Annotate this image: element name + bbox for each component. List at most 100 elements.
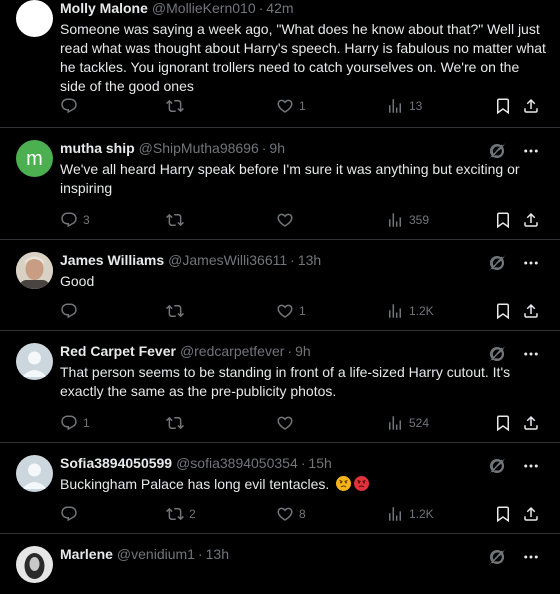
timestamp[interactable]: 9h [269, 140, 285, 157]
avatar[interactable]: m [16, 140, 53, 177]
bookmark-icon [494, 211, 512, 229]
reply-icon [60, 505, 78, 523]
views-icon [386, 211, 404, 229]
like-button[interactable]: 8 [276, 505, 306, 523]
like-icon [276, 505, 294, 523]
bookmark-button[interactable] [494, 302, 512, 320]
display-name[interactable]: mutha ship [60, 140, 135, 157]
retweet-button[interactable] [166, 302, 189, 320]
default-avatar-icon [16, 455, 53, 492]
reply-icon [60, 414, 78, 432]
view-count: 359 [409, 213, 430, 227]
grok-icon[interactable] [488, 345, 506, 363]
like-count: 1 [299, 304, 306, 318]
like-count: 1 [299, 99, 306, 113]
tweet[interactable]: m mutha ship @ShipMutha98696 · 9h We've … [0, 128, 560, 240]
separator: · [261, 140, 267, 156]
more-icon[interactable] [522, 254, 540, 272]
share-button[interactable] [522, 505, 540, 523]
avatar[interactable] [16, 455, 53, 492]
user-handle[interactable]: @JamesWilli36611 [168, 252, 287, 269]
views-button[interactable]: 524 [386, 414, 429, 432]
retweet-button[interactable]: 2 [166, 505, 196, 523]
retweet-icon [166, 97, 184, 115]
timestamp[interactable]: 13h [206, 546, 229, 563]
retweet-icon [166, 414, 184, 432]
tweet[interactable]: Marlene @venidium1 · 13h [0, 534, 560, 594]
user-handle[interactable]: @ShipMutha98696 [139, 140, 259, 157]
avatar[interactable] [16, 252, 53, 289]
grok-icon[interactable] [488, 457, 506, 475]
tweet[interactable]: Molly Malone @MollieKern010 · 42m Someon… [0, 0, 560, 128]
share-button[interactable] [522, 414, 540, 432]
separator: · [258, 0, 264, 16]
bookmark-button[interactable] [494, 211, 512, 229]
more-icon[interactable] [522, 345, 540, 363]
retweet-button[interactable] [166, 211, 189, 229]
tweet-text: Good [60, 273, 95, 289]
user-handle[interactable]: @redcarpetfever [180, 343, 284, 360]
display-name[interactable]: Sofia3894050599 [60, 455, 172, 472]
views-icon [386, 414, 404, 432]
view-count: 524 [409, 416, 430, 430]
reply-button[interactable] [60, 97, 83, 115]
display-name[interactable]: Molly Malone [60, 0, 148, 17]
timestamp[interactable]: 9h [295, 343, 311, 360]
reply-count: 1 [83, 416, 90, 430]
grok-icon[interactable] [488, 548, 506, 566]
like-button[interactable] [276, 414, 299, 432]
bookmark-button[interactable] [494, 414, 512, 432]
views-button[interactable]: 1.2K [386, 302, 434, 320]
timestamp[interactable]: 15h [308, 455, 331, 472]
bookmark-button[interactable] [494, 97, 512, 115]
tweet[interactable]: Red Carpet Fever @redcarpetfever · 9h Th… [0, 331, 560, 443]
grok-icon[interactable] [488, 142, 506, 160]
more-icon[interactable] [522, 457, 540, 475]
tweet-text: That person seems to be standing in fron… [60, 364, 511, 399]
user-handle[interactable]: @sofia3894050354 [176, 455, 298, 472]
views-button[interactable]: 13 [386, 97, 422, 115]
avatar[interactable] [16, 343, 53, 380]
reply-button[interactable]: 1 [60, 414, 90, 432]
reply-button[interactable] [60, 302, 83, 320]
more-icon[interactable] [522, 548, 540, 566]
like-button[interactable]: 1 [276, 97, 306, 115]
share-button[interactable] [522, 302, 540, 320]
display-name[interactable]: James Williams [60, 252, 164, 269]
user-handle[interactable]: @MollieKern010 [152, 0, 256, 17]
action-bar: 1 524 [60, 413, 522, 433]
tweet-text: Buckingham Palace has long evil tentacle… [60, 475, 548, 494]
bookmark-icon [494, 414, 512, 432]
avatar[interactable] [16, 546, 53, 583]
view-count: 13 [409, 99, 423, 113]
grok-icon[interactable] [488, 254, 506, 272]
timeline: Molly Malone @MollieKern010 · 42m Someon… [0, 0, 560, 594]
reply-count: 3 [83, 213, 90, 227]
avatar-letter: m [26, 148, 43, 170]
more-icon[interactable] [522, 142, 540, 160]
timestamp[interactable]: 42m [266, 0, 293, 17]
like-button[interactable]: 1 [276, 302, 306, 320]
retweet-button[interactable] [166, 97, 189, 115]
views-button[interactable]: 1.2K [386, 505, 434, 523]
display-name[interactable]: Red Carpet Fever [60, 343, 176, 360]
view-count: 1.2K [409, 507, 434, 521]
action-bar: 2 8 1.2K [60, 504, 522, 524]
action-bar: 3 359 [60, 210, 522, 230]
retweet-button[interactable] [166, 414, 189, 432]
share-button[interactable] [522, 211, 540, 229]
reply-button[interactable] [60, 505, 83, 523]
like-button[interactable] [276, 211, 299, 229]
tweet[interactable]: Sofia3894050599 @sofia3894050354 · 15h B… [0, 443, 560, 534]
bookmark-button[interactable] [494, 505, 512, 523]
avatar[interactable] [16, 0, 53, 37]
views-button[interactable]: 359 [386, 211, 429, 229]
timestamp[interactable]: 13h [298, 252, 321, 269]
reply-button[interactable]: 3 [60, 211, 90, 229]
user-handle[interactable]: @venidium1 [117, 546, 195, 563]
tweet[interactable]: James Williams @JamesWilli36611 · 13h Go… [0, 240, 560, 331]
like-icon [276, 302, 294, 320]
display-name[interactable]: Marlene [60, 546, 113, 563]
share-button[interactable] [522, 97, 540, 115]
bookmark-icon [494, 302, 512, 320]
